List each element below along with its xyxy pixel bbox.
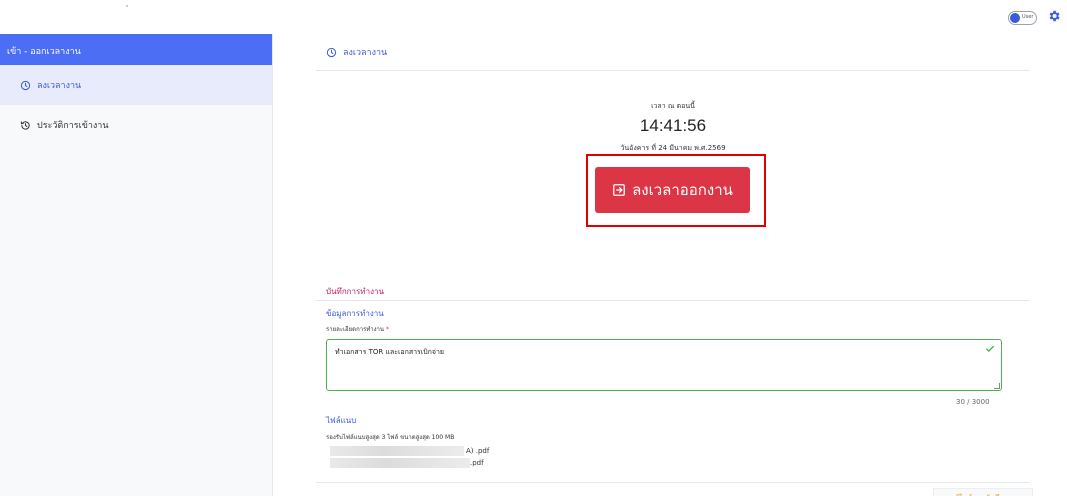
check-icon bbox=[986, 345, 994, 352]
user-mode-toggle[interactable]: User bbox=[1008, 11, 1037, 25]
attachment-file-name-redacted[interactable] bbox=[330, 458, 470, 468]
attachment-file-suffix[interactable]: .pdf bbox=[470, 459, 484, 467]
worklog-subtitle: ข้อมูลการทำงาน bbox=[326, 309, 384, 318]
attachments-title: ไฟล์แนบ bbox=[326, 416, 357, 425]
main-panel: ลงเวลางาน เวลา ณ ตอนนี้ 14:41:56 วันอังค… bbox=[316, 34, 1033, 496]
gear-icon[interactable] bbox=[1047, 9, 1061, 23]
sidebar: เข้า - ออกเวลางาน ลงเวลางาน ประวัติการเข… bbox=[0, 34, 273, 496]
sidebar-item-clock-in[interactable]: ลงเวลางาน bbox=[0, 65, 272, 105]
toggle-knob bbox=[1010, 13, 1020, 23]
toggle-label: User bbox=[1022, 14, 1034, 20]
sidebar-header: เข้า - ออกเวลางาน bbox=[0, 34, 272, 65]
attachment-file-suffix[interactable]: A) .pdf bbox=[466, 447, 489, 455]
top-bar-dot bbox=[126, 5, 128, 7]
attachment-file-name-redacted[interactable] bbox=[330, 446, 464, 456]
char-counter: 30 / 3000 bbox=[956, 398, 990, 406]
sidebar-item-history[interactable]: ประวัติการเข้างาน bbox=[0, 105, 272, 145]
required-mark: * bbox=[385, 326, 389, 333]
page-title: ลงเวลางาน bbox=[343, 48, 388, 58]
current-time-label: เวลา ณ ตอนนี้ bbox=[651, 102, 695, 110]
detail-label: รายละเอียดการทำงาน * bbox=[326, 324, 389, 334]
history-icon bbox=[20, 120, 30, 130]
sidebar-item-label: ประวัติการเข้างาน bbox=[37, 121, 109, 131]
current-date: วันอังคาร ที่ 24 มีนาคม พ.ศ.2569 bbox=[620, 144, 726, 152]
main-header: ลงเวลางาน bbox=[316, 34, 1030, 71]
current-time: 14:41:56 bbox=[639, 116, 707, 135]
clock-icon bbox=[326, 47, 337, 57]
clock-icon bbox=[20, 80, 31, 90]
attachments-note: รองรับไฟล์แนบสูงสุด 3 ไฟล์ ขนาดสูงสุด 10… bbox=[326, 434, 455, 441]
detail-label-text: รายละเอียดการทำงาน bbox=[326, 326, 385, 333]
edit-worklog-button[interactable]: แก้ไขข้อมูลบันทึกงาน bbox=[933, 488, 1033, 496]
sign-in-icon bbox=[613, 184, 626, 196]
resize-handle[interactable] bbox=[994, 383, 1000, 389]
worklog-title: บันทึกการทำงาน bbox=[326, 287, 384, 296]
clock-out-label: ลงเวลาออกงาน bbox=[632, 181, 733, 199]
clock-out-button[interactable]: ลงเวลาออกงาน bbox=[595, 167, 750, 213]
work-detail-value: ทำเอกสาร TOR และเอกสารเบิกจ่าย bbox=[335, 348, 445, 356]
sidebar-item-label: ลงเวลางาน bbox=[37, 81, 82, 91]
divider bbox=[316, 482, 1030, 483]
work-detail-textarea[interactable]: ทำเอกสาร TOR และเอกสารเบิกจ่าย bbox=[326, 339, 1002, 391]
top-bar: User bbox=[0, 0, 1067, 34]
divider bbox=[316, 300, 1030, 301]
